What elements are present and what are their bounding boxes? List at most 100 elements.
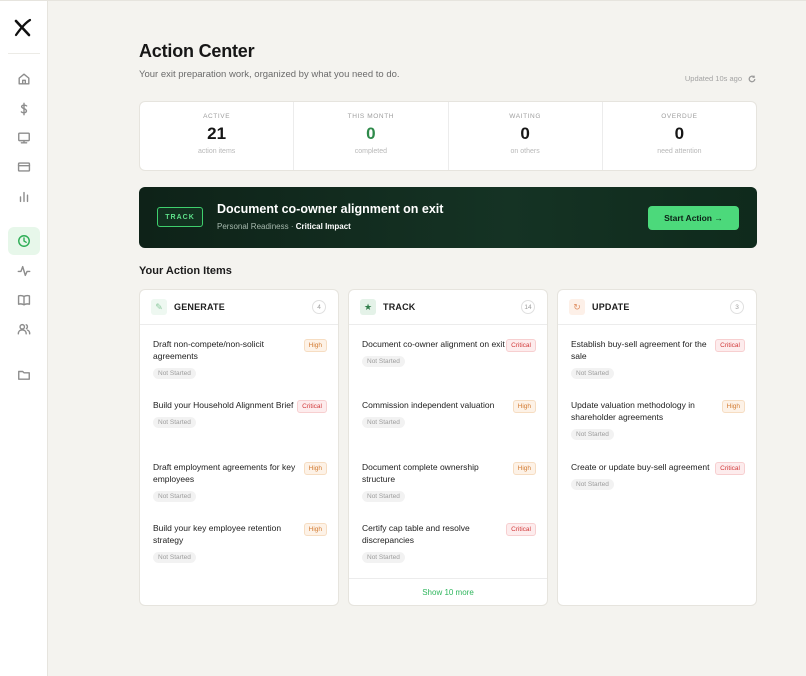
nav-documents[interactable] (8, 361, 40, 389)
stat-sub: on others (510, 148, 540, 155)
updated-text: Updated 10s ago (684, 74, 742, 83)
banner-meta: Personal Readiness · Critical Impact (217, 222, 351, 231)
pencil-icon: ✎ (151, 299, 167, 315)
task-card[interactable]: Establish buy-sell agreement for the sal… (571, 338, 745, 380)
logo-icon[interactable] (12, 17, 34, 39)
task-card[interactable]: Document co-owner alignment on exit Crit… (362, 338, 536, 368)
priority-badge: Critical (506, 339, 536, 352)
column-generate: ✎ GENERATE 4 Draft non-compete/non-solic… (139, 289, 339, 606)
task-title: Draft non-compete/non-solicit agreements (153, 339, 265, 361)
task-card[interactable]: Create or update buy-sell agreement Crit… (571, 461, 745, 491)
nav-library[interactable] (8, 286, 40, 314)
stat-sub: action items (197, 148, 236, 155)
priority-badge: High (512, 400, 536, 413)
stat-overdue: OVERDUE 0 need attention (603, 102, 756, 170)
task-card[interactable]: Certify cap table and resolve discrepanc… (362, 522, 536, 564)
column-count: 3 (730, 300, 744, 314)
column-track: ★ TRACK 14 Document co-owner alignment o… (348, 289, 548, 606)
task-title: Commission independent valuation (362, 400, 495, 410)
featured-action-banner: TRACK Document co-owner alignment on exi… (139, 187, 757, 248)
priority-badge: Critical (297, 400, 327, 413)
status-badge: Not Started (362, 552, 405, 563)
priority-badge: High (303, 523, 327, 536)
task-title: Document co-owner alignment on exit (362, 339, 505, 349)
refresh-icon: ↻ (569, 299, 585, 315)
updated-indicator: Updated 10s ago (685, 74, 756, 83)
column-name: UPDATE (592, 302, 630, 312)
nav-action-center[interactable] (8, 227, 40, 255)
stat-value: 0 (674, 124, 685, 143)
task-card[interactable]: Build your key employee retention strate… (153, 522, 327, 564)
show-more-button[interactable]: Show 10 more (349, 578, 547, 605)
stat-label: ACTIVE (203, 113, 231, 120)
status-badge: Not Started (571, 479, 614, 490)
nav-payments[interactable] (8, 153, 40, 181)
nav-activity[interactable] (8, 257, 40, 285)
section-title: Your Action Items (139, 265, 232, 277)
stat-label: OVERDUE (661, 113, 698, 120)
column-name: GENERATE (174, 302, 225, 312)
task-card[interactable]: Draft employment agreements for key empl… (153, 461, 327, 503)
priority-badge: Critical (715, 339, 745, 352)
priority-badge: High (303, 462, 327, 475)
star-icon: ★ (360, 299, 376, 315)
banner-tag: TRACK (157, 207, 203, 227)
task-card[interactable]: Update valuation methodology in sharehol… (571, 399, 745, 441)
banner-category: Personal Readiness · (217, 222, 296, 231)
page-title: Action Center (139, 41, 255, 61)
status-badge: Not Started (362, 356, 405, 367)
folder-icon (18, 370, 30, 380)
column-header: ✎ GENERATE 4 (140, 290, 338, 325)
task-title: Certify cap table and resolve discrepanc… (362, 523, 470, 545)
column-update: ↻ UPDATE 3 Establish buy-sell agreement … (557, 289, 757, 606)
task-title: Establish buy-sell agreement for the sal… (571, 339, 707, 361)
priority-badge: Critical (506, 523, 536, 536)
card-icon (17, 162, 31, 172)
stat-this-month: THIS MONTH 0 completed (294, 102, 449, 170)
task-card[interactable]: Document complete ownership structure Hi… (362, 461, 536, 503)
column-count: 14 (521, 300, 535, 314)
column-count: 4 (312, 300, 326, 314)
task-title: Update valuation methodology in sharehol… (571, 400, 695, 422)
nav-analytics[interactable] (8, 183, 40, 211)
start-action-button[interactable]: Start Action → (648, 206, 739, 230)
stat-value: 0 (520, 124, 530, 143)
task-card[interactable]: Commission independent valuation High No… (362, 399, 536, 429)
task-title: Build your key employee retention strate… (153, 523, 282, 545)
stat-active: ACTIVE 21 action items (140, 102, 295, 170)
page-subtitle: Your exit preparation work, organized by… (139, 69, 400, 80)
priority-badge: High (512, 462, 536, 475)
nav-team[interactable] (8, 315, 40, 343)
status-badge: Not Started (153, 368, 196, 379)
task-title: Build your Household Alignment Brief (153, 400, 294, 410)
status-badge: Not Started (153, 417, 196, 428)
sidebar (0, 1, 48, 676)
status-badge: Not Started (362, 417, 405, 428)
clock-icon (18, 235, 30, 247)
column-header: ★ TRACK 14 (349, 290, 547, 325)
column-name: TRACK (383, 302, 416, 312)
stat-value: 21 (207, 124, 227, 143)
status-badge: Not Started (362, 491, 405, 502)
task-card[interactable]: Draft non-compete/non-solicit agreements… (153, 338, 327, 380)
banner-impact: Critical Impact (295, 222, 351, 231)
status-badge: Not Started (153, 491, 196, 502)
refresh-icon[interactable] (748, 75, 756, 83)
bar-chart-icon (19, 191, 29, 203)
task-card[interactable]: Build your Household Alignment Brief Cri… (153, 399, 327, 429)
stat-sub: completed (354, 148, 388, 155)
stat-label: WAITING (509, 113, 541, 120)
banner-title: Document co-owner alignment on exit (217, 202, 444, 216)
stats-panel: ACTIVE 21 action items THIS MONTH 0 comp… (139, 101, 757, 171)
sidebar-divider (8, 53, 40, 54)
activity-icon (17, 265, 31, 277)
priority-badge: High (303, 339, 327, 352)
stat-waiting: WAITING 0 on others (449, 102, 603, 170)
task-title: Create or update buy-sell agreement (571, 462, 710, 472)
status-badge: Not Started (571, 368, 614, 379)
nav-finance[interactable] (8, 95, 40, 123)
users-icon (17, 323, 31, 335)
column-header: ↻ UPDATE 3 (558, 290, 756, 325)
nav-home[interactable] (8, 65, 40, 93)
nav-monitor[interactable] (8, 124, 40, 152)
